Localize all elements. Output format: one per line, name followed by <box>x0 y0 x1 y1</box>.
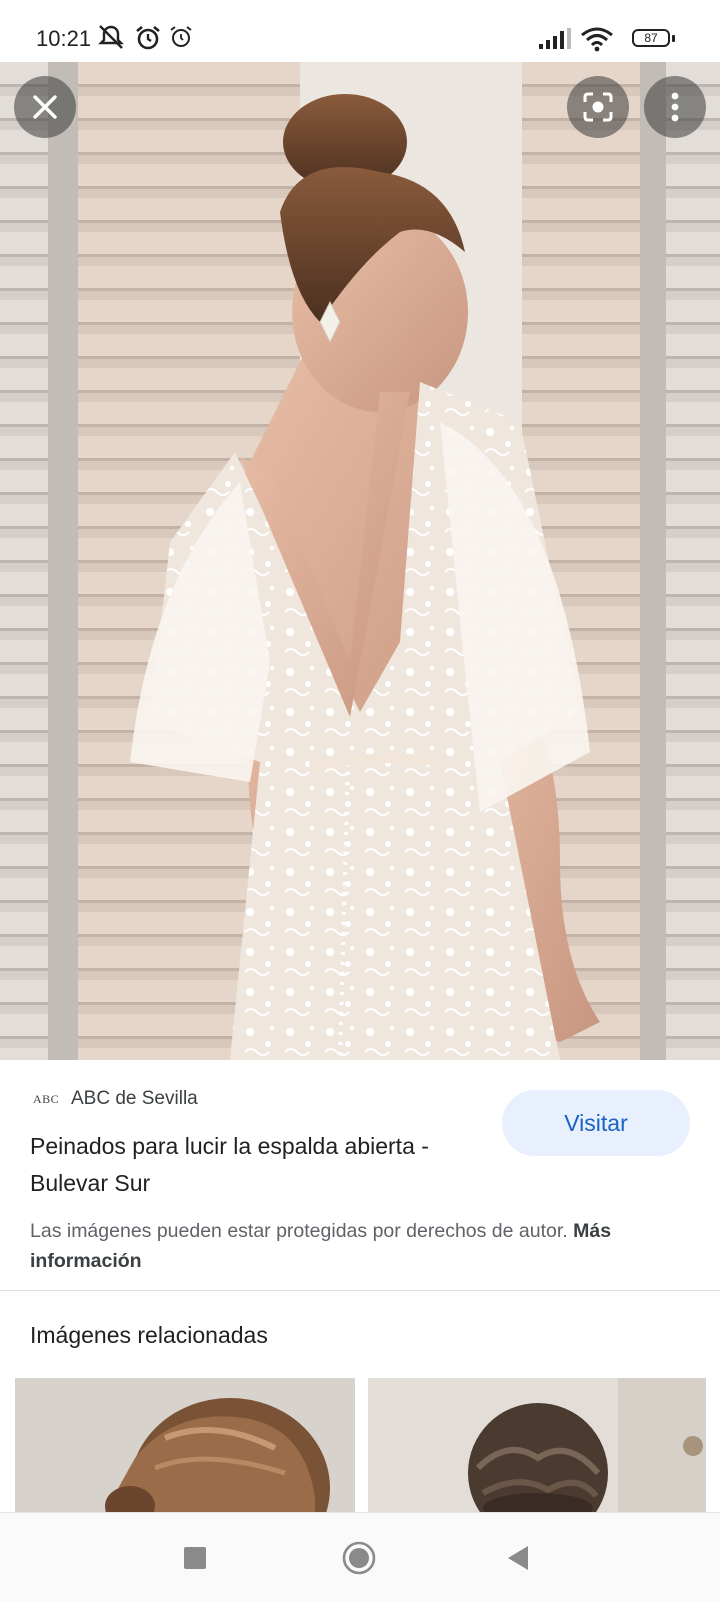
bride-photo <box>0 62 720 1060</box>
status-time: 10:21 <box>36 26 92 51</box>
related-thumbnail-1 <box>15 1378 355 1512</box>
alarm-icon <box>136 25 160 50</box>
status-bar: 10:21 87 <box>0 0 720 62</box>
related-images-heading: Imágenes relacionadas <box>30 1322 268 1348</box>
close-button[interactable] <box>14 76 76 138</box>
copyright-notice: Las imágenes pueden estar protegidas por… <box>30 1216 670 1276</box>
back-button[interactable] <box>506 1545 530 1571</box>
battery-indicator: 87 <box>632 29 670 47</box>
alarm-outline-icon <box>170 26 192 47</box>
source-logo: ABC <box>33 1092 60 1106</box>
result-title[interactable]: Peinados para lucir la espalda abierta -… <box>30 1128 470 1202</box>
notifications-off-icon <box>98 25 124 49</box>
copyright-text: Las imágenes pueden estar protegidas por… <box>30 1220 568 1242</box>
related-image-2[interactable] <box>368 1378 706 1512</box>
visit-button[interactable]: Visitar <box>502 1090 690 1156</box>
system-nav-bar <box>0 1512 720 1601</box>
signal-icon <box>539 28 571 49</box>
wifi-icon <box>581 27 613 52</box>
lens-icon <box>583 92 613 122</box>
hero-image[interactable] <box>0 62 720 1060</box>
home-button[interactable] <box>342 1541 376 1575</box>
close-icon <box>33 95 57 119</box>
more-vert-icon <box>671 92 679 122</box>
divider <box>0 1290 720 1291</box>
related-image-1[interactable] <box>15 1378 355 1512</box>
battery-tip <box>672 35 675 42</box>
recent-apps-button[interactable] <box>184 1547 206 1569</box>
related-thumbnail-2 <box>368 1378 706 1512</box>
more-options-button[interactable] <box>644 76 706 138</box>
lens-button[interactable] <box>567 76 629 138</box>
source-name[interactable]: ABC de Sevilla <box>71 1088 198 1110</box>
